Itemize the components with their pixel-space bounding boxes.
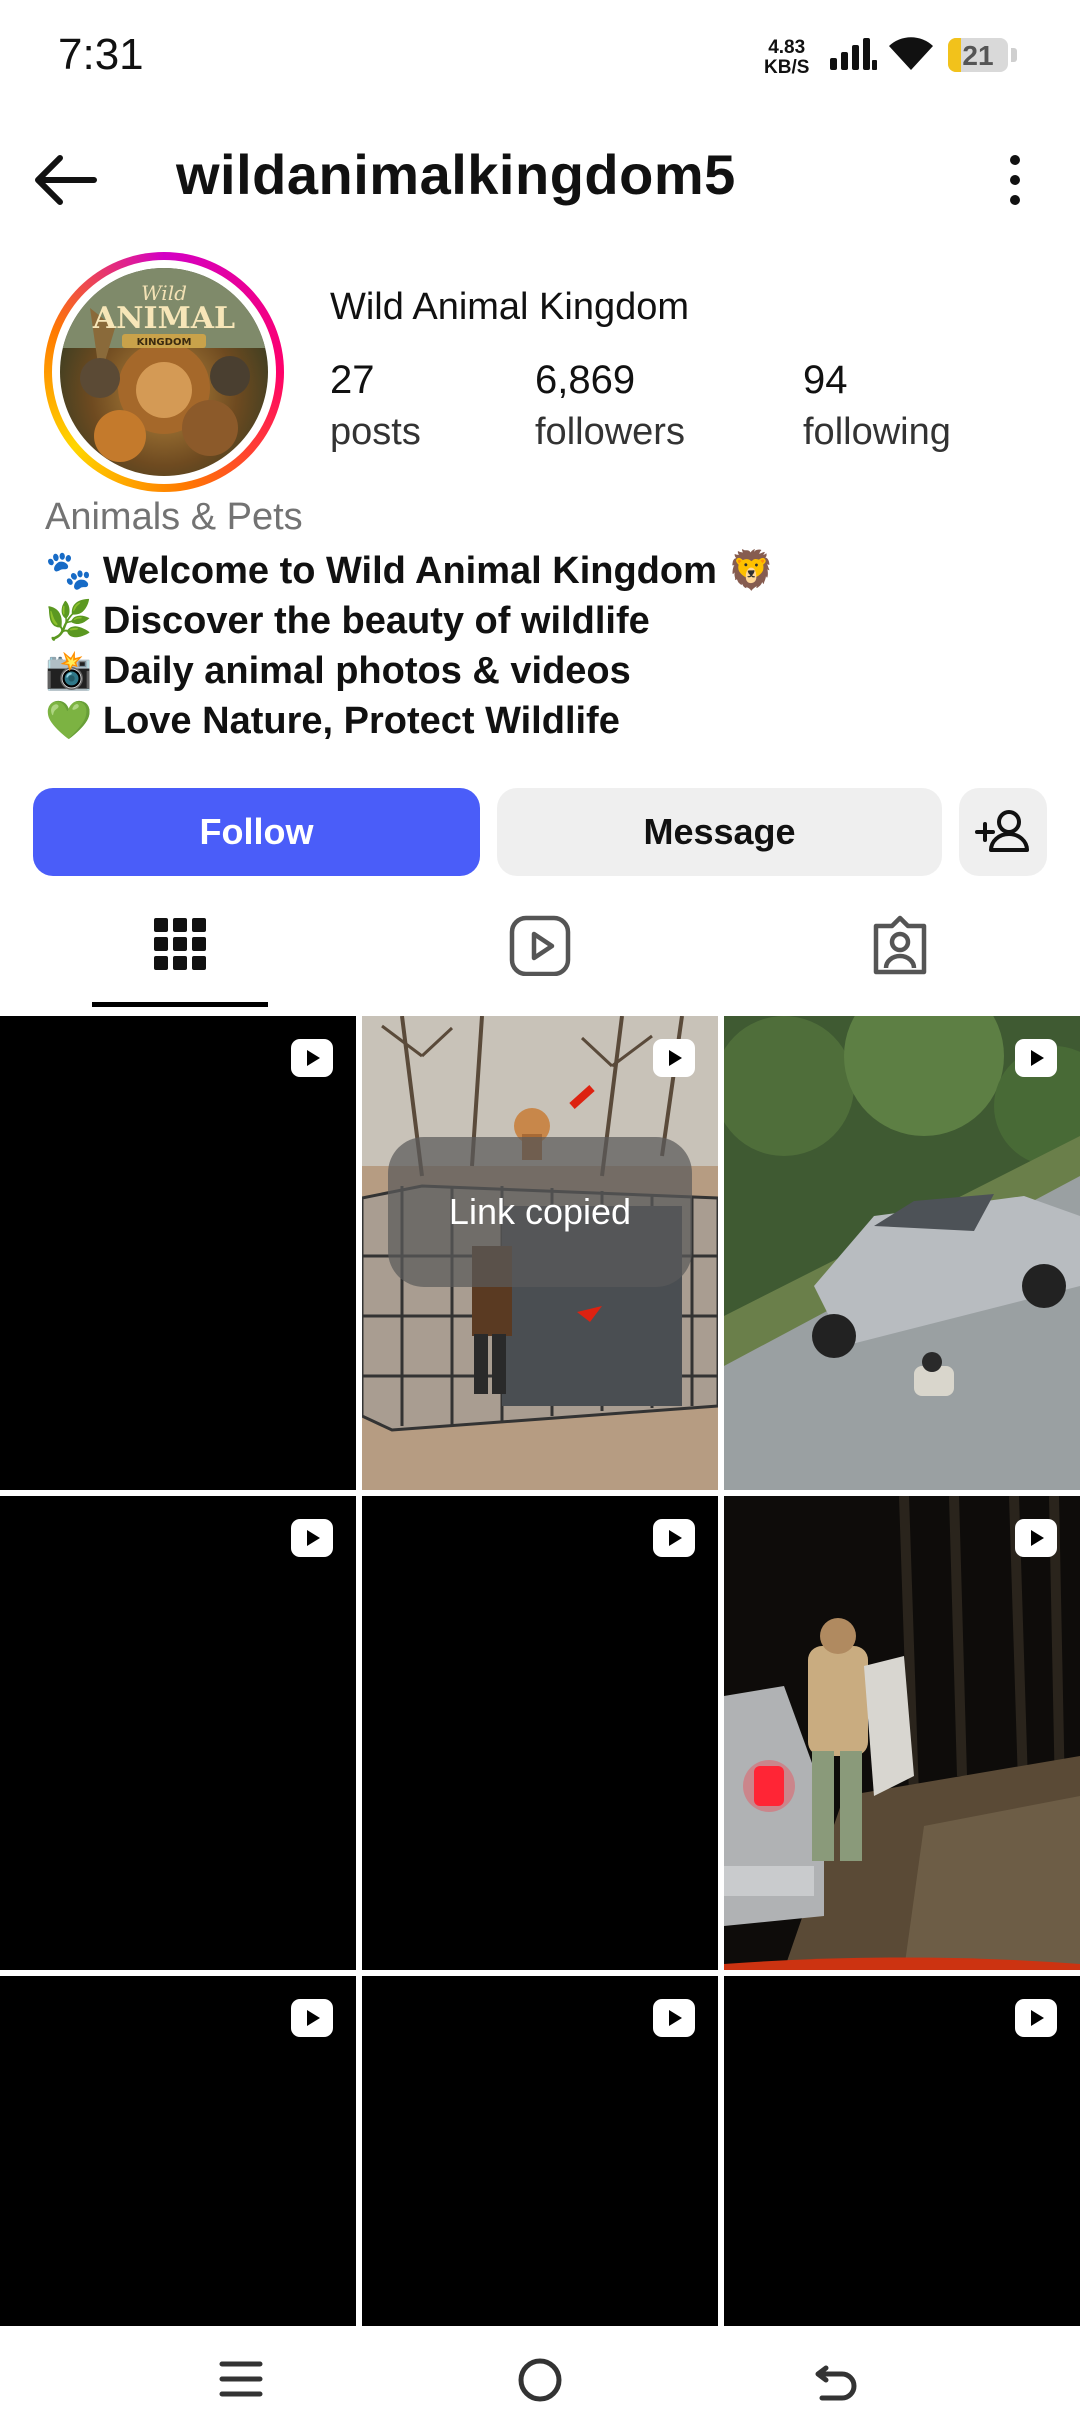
message-button[interactable]: Message bbox=[497, 788, 942, 876]
post-thumbnail[interactable] bbox=[724, 1016, 1080, 1490]
profile-header: wildanimalkingdom5 bbox=[0, 120, 1080, 240]
battery-tip bbox=[1011, 48, 1017, 62]
avatar[interactable]: Wild ANIMAL KINGDOM bbox=[60, 268, 268, 476]
tab-posts-grid[interactable] bbox=[0, 900, 360, 1010]
bio-line: 🌿 Discover the beauty of wildlife bbox=[45, 600, 650, 642]
battery-icon: 21 bbox=[948, 38, 1008, 72]
avatar-text-sub: KINGDOM bbox=[137, 337, 192, 348]
post-thumbnail[interactable] bbox=[362, 1976, 718, 2326]
follow-button[interactable]: Follow bbox=[33, 788, 480, 876]
active-tab-indicator bbox=[92, 1002, 268, 1007]
post-thumbnail[interactable] bbox=[0, 1976, 356, 2326]
stat-posts-value: 27 bbox=[330, 358, 375, 402]
post-image-night-car bbox=[724, 1496, 1080, 1970]
stat-following-label: following bbox=[803, 411, 951, 453]
avatar-story-ring[interactable]: Wild ANIMAL KINGDOM bbox=[44, 252, 284, 492]
stat-followers-value: 6,869 bbox=[535, 358, 636, 402]
bio-line: 💚 Love Nature, Protect Wildlife bbox=[45, 700, 620, 742]
tab-reels[interactable] bbox=[360, 900, 720, 1010]
wifi-icon bbox=[889, 37, 933, 70]
reel-badge-icon bbox=[653, 1039, 695, 1077]
reel-badge-icon bbox=[291, 1039, 333, 1077]
post-thumbnail[interactable] bbox=[724, 1496, 1080, 1970]
grid-icon bbox=[154, 918, 206, 970]
tab-tagged[interactable] bbox=[720, 900, 1080, 1010]
back-arrow-icon[interactable] bbox=[30, 150, 100, 210]
reel-badge-icon bbox=[653, 1999, 695, 2037]
status-bar: 7:31 4.83 KB/S 21 bbox=[0, 0, 1080, 110]
stat-followers-label: followers bbox=[535, 411, 685, 453]
stat-posts-label: posts bbox=[330, 411, 421, 453]
reel-badge-icon bbox=[1015, 1039, 1057, 1077]
reel-badge-icon bbox=[291, 1519, 333, 1557]
profile-tabs bbox=[0, 900, 1080, 1010]
reel-badge-icon bbox=[1015, 1519, 1057, 1557]
network-speed: 4.83 KB/S bbox=[764, 38, 809, 78]
reel-badge-icon bbox=[653, 1519, 695, 1557]
suggested-users-button[interactable] bbox=[959, 788, 1047, 876]
system-navigation-bar bbox=[0, 2326, 1080, 2436]
signal-icon bbox=[830, 38, 877, 70]
tagged-icon bbox=[873, 915, 927, 975]
add-person-icon bbox=[975, 810, 1029, 852]
home-circle-icon[interactable] bbox=[516, 2356, 564, 2404]
profile-bio: 🐾 Welcome to Wild Animal Kingdom 🦁 🌿 Dis… bbox=[45, 546, 775, 746]
avatar-text-main: ANIMAL bbox=[92, 301, 235, 336]
profile-display-name: Wild Animal Kingdom bbox=[330, 286, 690, 328]
network-speed-unit: KB/S bbox=[764, 57, 810, 78]
bio-line: 🐾 Welcome to Wild Animal Kingdom 🦁 bbox=[45, 550, 775, 592]
menu-icon[interactable] bbox=[218, 2356, 264, 2402]
post-thumbnail[interactable] bbox=[0, 1496, 356, 1970]
back-nav-icon[interactable] bbox=[812, 2356, 860, 2404]
stat-following-value: 94 bbox=[803, 358, 848, 402]
more-options-icon[interactable] bbox=[1000, 150, 1030, 210]
bio-line: 📸 Daily animal photos & videos bbox=[45, 650, 631, 692]
profile-username: wildanimalkingdom5 bbox=[176, 143, 736, 206]
post-image-car-road bbox=[724, 1016, 1080, 1490]
stat-following[interactable]: 94 following bbox=[803, 358, 951, 454]
toast-link-copied: Link copied bbox=[388, 1137, 692, 1287]
network-speed-value: 4.83 bbox=[768, 37, 806, 58]
post-thumbnail[interactable] bbox=[362, 1496, 718, 1970]
post-thumbnail[interactable] bbox=[0, 1016, 356, 1490]
reels-icon bbox=[509, 915, 571, 976]
reel-badge-icon bbox=[291, 1999, 333, 2037]
stat-posts: 27 posts bbox=[330, 358, 421, 454]
post-thumbnail[interactable] bbox=[724, 1976, 1080, 2326]
avatar-image: Wild ANIMAL KINGDOM bbox=[60, 268, 268, 462]
profile-category: Animals & Pets bbox=[45, 496, 303, 538]
battery-level: 21 bbox=[962, 40, 994, 71]
reel-badge-icon bbox=[1015, 1999, 1057, 2037]
status-time: 7:31 bbox=[58, 30, 144, 79]
stat-followers[interactable]: 6,869 followers bbox=[535, 358, 685, 454]
